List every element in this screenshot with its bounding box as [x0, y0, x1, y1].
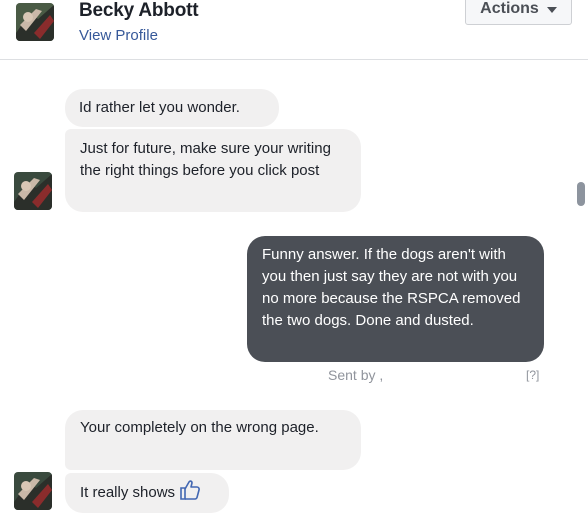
message-bubble-received[interactable]: Id rather let you wonder. [65, 89, 279, 127]
message-thread: Id rather let you wonder. Just for futur… [0, 61, 588, 517]
message-text: Your completely on the wrong page. [80, 419, 319, 436]
actions-button[interactable]: Actions [465, 0, 572, 25]
scrollbar-thumb[interactable] [577, 182, 585, 206]
message-text: Funny answer. If the dogs aren't with yo… [262, 246, 521, 329]
message-text: It really shows [80, 484, 176, 501]
message-bubble-received[interactable]: It really shows [65, 473, 229, 513]
sent-by-label: Sent by , [328, 367, 384, 383]
message-bubble-sent[interactable]: Funny answer. If the dogs aren't with yo… [247, 236, 544, 362]
conversation-header: Becky Abbott View Profile Actions [0, 0, 588, 60]
message-bubble-received[interactable]: Just for future, make sure your writing … [65, 129, 361, 212]
message-bubble-received[interactable]: Your completely on the wrong page. [65, 410, 361, 470]
view-profile-link[interactable]: View Profile [79, 27, 158, 44]
message-text: Id rather let you wonder. [79, 99, 240, 116]
thumbs-up-icon [179, 479, 201, 508]
sender-avatar[interactable] [14, 472, 52, 510]
caret-down-icon [546, 7, 557, 13]
contact-avatar[interactable] [16, 3, 54, 41]
sender-avatar[interactable] [14, 172, 52, 210]
contact-name[interactable]: Becky Abbott [79, 0, 199, 22]
message-text: Just for future, make sure your writing … [80, 140, 331, 179]
actions-label: Actions [480, 0, 539, 17]
help-link[interactable]: [?] [526, 368, 539, 382]
